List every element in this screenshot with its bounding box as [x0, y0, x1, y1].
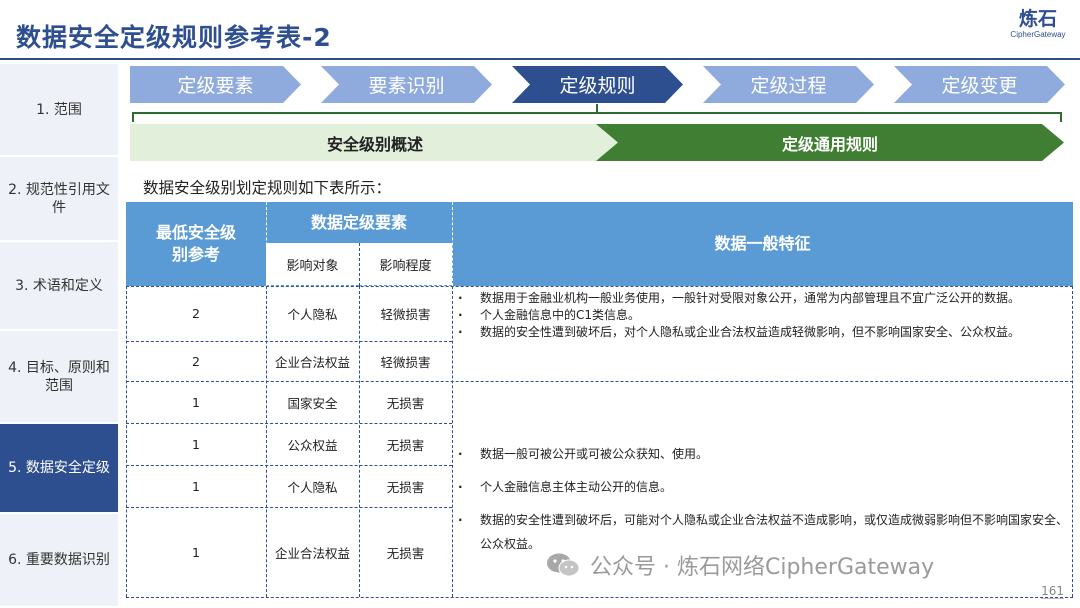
table-rule — [266, 243, 452, 244]
table-rule — [359, 286, 360, 597]
intro-text: 数据安全级别划定规则如下表所示： — [143, 179, 392, 197]
row-3-degree: 无损害 — [386, 395, 425, 411]
sidebar-item-label: 2. 规范性引用文件 — [8, 181, 110, 216]
row-6-level: 1 — [192, 544, 200, 560]
header-impact-target: 影响对象 — [266, 243, 359, 286]
table-rule — [452, 202, 453, 286]
step-grading-rules[interactable]: 定级规则 — [512, 66, 683, 103]
header-grading-elements: 数据定级要素 — [266, 202, 452, 243]
sidebar-item-label: 5. 数据安全定级 — [8, 460, 110, 476]
table-rule — [126, 286, 127, 597]
step-grading-elements[interactable]: 定级要素 — [130, 66, 301, 103]
wechat-icon — [547, 553, 580, 577]
subtab-label: 定级通用规则 — [781, 134, 878, 154]
row-5-target: 个人隐私 — [287, 479, 338, 495]
header-general-features: 数据一般特征 — [452, 202, 1073, 286]
grading-rules-table: 最低安全级别参考 数据定级要素 影响对象 影响程度 数据一般特征 2 个人隐私 … — [126, 202, 1073, 598]
row-4-degree: 无损害 — [386, 437, 425, 453]
title-divider — [0, 58, 1080, 60]
brand-tagline: CipherGateway — [1010, 30, 1066, 39]
table-rule — [126, 423, 452, 424]
sidebar-item-data-security-grading[interactable]: 5. 数据安全定级 — [0, 424, 118, 514]
header-impact-degree: 影响程度 — [359, 243, 452, 286]
process-steps: 定级要素 要素识别 定级规则 定级过程 定级变更 — [130, 66, 1075, 103]
page-number: 161 — [1041, 584, 1064, 599]
brand-logo: 炼石 CipherGateway — [1008, 8, 1068, 39]
row-4-target: 公众权益 — [287, 437, 338, 453]
table-rule — [126, 465, 452, 466]
sidebar: 1. 范围 2. 规范性引用文件 3. 术语和定义 4. 目标、原则和范围 5.… — [0, 64, 118, 608]
step-label: 定级过程 — [750, 75, 827, 97]
feature-item: 个人金融信息主体主动公开的信息。 — [452, 475, 1069, 499]
step-grading-change[interactable]: 定级变更 — [894, 66, 1065, 103]
sidebar-item-label: 3. 术语和定义 — [15, 277, 103, 294]
section-bracket-stem — [596, 104, 598, 114]
feature-item: 数据的安全性遭到破坏后，对个人隐私或企业合法权益造成轻微影响，但不影响国家安全、… — [452, 324, 1069, 341]
sidebar-item-label: 6. 重要数据识别 — [8, 552, 110, 568]
features-group-1: 数据用于金融业机构一般业务使用，一般针对受限对象公开，通常为内部管理且不宜广泛公… — [452, 290, 1069, 341]
table-rule — [266, 202, 267, 286]
brand-name: 炼石 — [1018, 8, 1057, 30]
table-rule — [126, 507, 452, 508]
table-rule — [452, 286, 453, 597]
feature-item: 个人金融信息中的C1类信息。 — [452, 307, 1069, 324]
subtab-level-overview[interactable]: 安全级别概述 — [130, 124, 620, 161]
table-rule — [126, 597, 1073, 598]
step-label: 要素识别 — [368, 75, 445, 97]
table-rule — [126, 286, 1073, 287]
row-6-degree: 无损害 — [386, 545, 425, 561]
sidebar-item-scope[interactable]: 1. 范围 — [0, 64, 118, 157]
row-1-target: 个人隐私 — [287, 307, 338, 322]
step-grading-process[interactable]: 定级过程 — [703, 66, 874, 103]
row-5-degree: 无损害 — [386, 479, 425, 495]
row-5-level: 1 — [192, 478, 200, 494]
row-2-target: 企业合法权益 — [274, 354, 350, 370]
sidebar-item-label: 4. 目标、原则和范围 — [8, 359, 110, 394]
row-6-target: 企业合法权益 — [274, 545, 350, 561]
table-rule — [126, 341, 452, 342]
row-1-degree: 轻微损害 — [380, 307, 431, 322]
step-label: 定级变更 — [941, 75, 1018, 97]
sidebar-item-label: 1. 范围 — [36, 101, 82, 118]
feature-item: 数据一般可被公开或可被公众获知、使用。 — [452, 442, 1069, 466]
table-rule — [359, 243, 360, 286]
sidebar-item-normative-references[interactable]: 2. 规范性引用文件 — [0, 157, 118, 242]
table-rule — [266, 286, 267, 597]
feature-item: 数据用于金融业机构一般业务使用，一般针对受限对象公开，通常为内部管理且不宜广泛公… — [452, 290, 1069, 307]
sidebar-item-terms[interactable]: 3. 术语和定义 — [0, 242, 118, 331]
watermark-text: 公众号 · 炼石网络CipherGateway — [590, 555, 935, 580]
row-3-target: 国家安全 — [287, 395, 338, 411]
watermark: 公众号 · 炼石网络CipherGateway — [546, 549, 934, 581]
sidebar-item-important-data[interactable]: 6. 重要数据识别 — [0, 514, 118, 608]
step-label: 定级规则 — [559, 75, 636, 97]
header-min-level: 最低安全级别参考 — [126, 202, 266, 286]
step-element-identification[interactable]: 要素识别 — [321, 66, 492, 103]
page-title: 数据安全定级规则参考表-2 — [16, 23, 332, 52]
subtab-general-rules[interactable]: 定级通用规则 — [596, 124, 1064, 161]
table-rule — [1072, 286, 1073, 597]
sidebar-item-goals[interactable]: 4. 目标、原则和范围 — [0, 331, 118, 424]
row-2-level: 2 — [192, 353, 200, 369]
row-3-level: 1 — [192, 394, 200, 410]
step-label: 定级要素 — [177, 75, 254, 97]
row-4-level: 1 — [192, 436, 200, 452]
table-rule — [126, 381, 1073, 382]
features-group-2: 数据一般可被公开或可被公众获知、使用。 个人金融信息主体主动公开的信息。 数据的… — [452, 442, 1069, 565]
subtab-label: 安全级别概述 — [326, 134, 423, 154]
row-2-degree: 轻微损害 — [380, 354, 431, 370]
row-1-level: 2 — [192, 306, 200, 321]
